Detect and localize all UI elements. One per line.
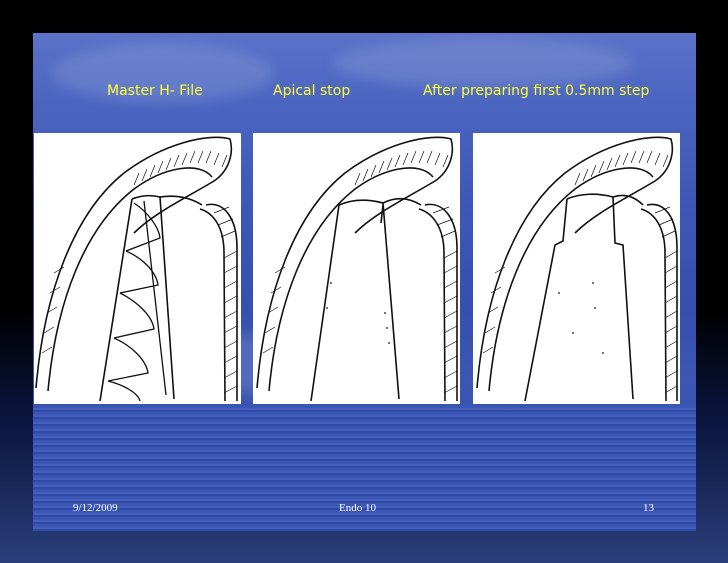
footer-title: Endo 10: [339, 502, 376, 514]
caption-apical-stop: Apical stop: [273, 83, 351, 99]
slide: Master H- File Apical stop After prepari…: [33, 33, 696, 531]
caption-first-step: After preparing first 0.5mm step: [423, 83, 650, 99]
footer-date: 9/12/2009: [73, 502, 118, 514]
caption-master-h-file: Master H- File: [107, 83, 203, 99]
tooth-diagram-master-h-file: [34, 133, 241, 404]
tooth-diagram-apical-stop: [253, 133, 460, 404]
background-cloud: [333, 38, 633, 88]
slide-number: 13: [643, 502, 654, 514]
tooth-diagram-first-step: [473, 133, 680, 404]
